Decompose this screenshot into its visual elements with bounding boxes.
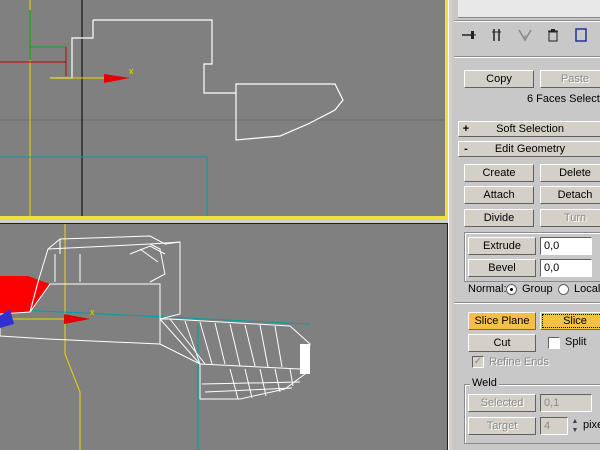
gizmo-x-label-persp: x xyxy=(90,307,95,317)
show-end-result-icon[interactable] xyxy=(486,25,508,45)
gizmo-x-label: x xyxy=(129,66,134,76)
extrude-button[interactable]: Extrude xyxy=(468,237,536,255)
ship-outline-bow xyxy=(50,20,94,79)
ship-outline-top xyxy=(93,19,344,141)
gizmo-x-arrow-persp[interactable] xyxy=(64,314,90,324)
weld-pixels-label: pixels xyxy=(583,419,600,431)
slice-plane-button[interactable]: Slice Plane xyxy=(468,312,536,330)
remove-modifier-icon[interactable] xyxy=(542,25,564,45)
stack-toolbar xyxy=(458,24,592,46)
edit-geometry-rollout[interactable]: - Edit Geometry xyxy=(458,141,600,157)
paste-button[interactable]: Paste xyxy=(540,70,600,88)
turn-button[interactable]: Turn xyxy=(540,209,600,227)
create-button[interactable]: Create xyxy=(464,164,534,182)
top-viewport-canvas[interactable]: x xyxy=(0,0,448,219)
configure-sets-icon[interactable] xyxy=(570,25,592,45)
separator xyxy=(454,20,600,22)
normal-group-label: Group xyxy=(522,283,553,295)
normal-local-radio[interactable] xyxy=(558,284,569,295)
selection-status: 6 Faces Selected xyxy=(527,93,600,105)
weld-pixels-spinner[interactable]: ▲ ▼ xyxy=(570,417,580,435)
modifier-stack-list[interactable] xyxy=(458,0,600,18)
slice-button[interactable]: Slice xyxy=(540,312,600,330)
extrude-amount-field[interactable]: 0,0 xyxy=(540,237,592,255)
divide-button[interactable]: Divide xyxy=(464,209,534,227)
normal-label: Normal: xyxy=(468,283,507,295)
split-label: Split xyxy=(565,336,587,348)
normal-group-radio[interactable] xyxy=(506,284,517,295)
weld-threshold-field[interactable]: 0,1 xyxy=(540,394,592,412)
attach-button[interactable]: Attach xyxy=(464,186,534,204)
rollout-expand-icon: + xyxy=(462,123,470,135)
copy-button[interactable]: Copy xyxy=(464,70,534,88)
gizmo-x-arrow[interactable] xyxy=(104,74,130,83)
normal-local-label: Local xyxy=(574,283,600,295)
make-unique-icon[interactable] xyxy=(514,25,536,45)
soft-selection-rollout[interactable]: + Soft Selection xyxy=(458,121,600,137)
hull-wireframe xyxy=(0,235,311,400)
detach-button[interactable]: Detach xyxy=(540,186,600,204)
edit-geometry-title: Edit Geometry xyxy=(494,143,566,155)
world-axis-yellow xyxy=(64,224,81,450)
cut-button[interactable]: Cut xyxy=(468,334,536,352)
weld-pixels-field[interactable]: 4 xyxy=(540,417,568,435)
separator xyxy=(454,56,600,58)
refine-ends-label: Refine Ends xyxy=(489,356,549,368)
pin-stack-icon[interactable] xyxy=(458,25,480,45)
weld-selected-button[interactable]: Selected xyxy=(468,394,536,412)
modify-command-panel: Copy Paste 6 Faces Selected + Soft Selec… xyxy=(452,0,600,450)
bounds-outline xyxy=(0,156,208,216)
weld-group xyxy=(464,384,600,444)
weld-target-button[interactable]: Target xyxy=(468,417,536,435)
bevel-button[interactable]: Bevel xyxy=(468,259,536,277)
delete-button[interactable]: Delete xyxy=(540,164,600,182)
perspective-viewport[interactable]: x xyxy=(0,223,448,450)
weld-group-title: Weld xyxy=(470,377,499,389)
bevel-amount-field[interactable]: 0,0 xyxy=(540,259,592,277)
perspective-viewport-canvas[interactable]: x xyxy=(0,224,448,450)
refine-ends-checkbox[interactable]: ✓ xyxy=(472,356,484,368)
soft-selection-title: Soft Selection xyxy=(496,123,564,135)
split-checkbox[interactable] xyxy=(548,337,560,349)
rollout-collapse-icon: - xyxy=(464,143,468,155)
stern-faces xyxy=(300,344,310,374)
world-axis-cyan xyxy=(0,308,311,325)
separator xyxy=(454,302,600,304)
top-viewport[interactable]: x xyxy=(0,0,448,219)
